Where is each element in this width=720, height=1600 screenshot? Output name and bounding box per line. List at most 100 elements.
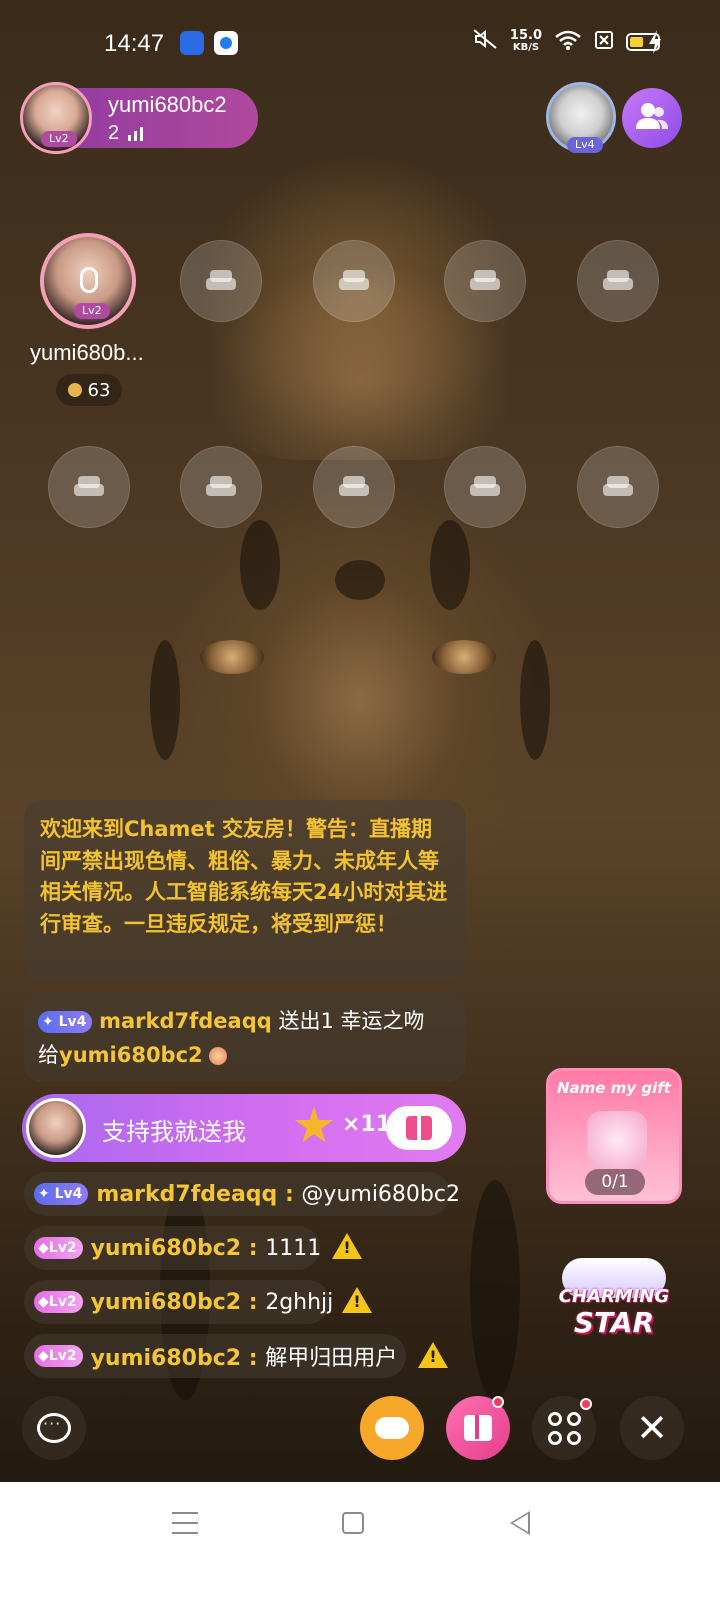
empty-seat[interactable] bbox=[180, 446, 262, 528]
close-button[interactable]: ✕ bbox=[620, 1396, 684, 1460]
mic-icon bbox=[80, 267, 98, 293]
charging-icon bbox=[648, 30, 662, 59]
system-navigation-bar bbox=[0, 1482, 720, 1600]
chat-message: ◆Lv2 yumi680bc2 : 1111 bbox=[24, 1226, 321, 1270]
chat-username[interactable]: yumi680bc2 bbox=[91, 1236, 242, 1261]
chat-button[interactable] bbox=[22, 1396, 86, 1460]
seat-coin-count: 63 bbox=[87, 379, 111, 401]
chat-text: 2ghhjj bbox=[265, 1289, 334, 1315]
charming-star-banner[interactable]: CHARMING STAR bbox=[552, 1238, 676, 1348]
name-my-gift-title: Name my gift bbox=[557, 1079, 671, 1097]
charming-star-line2: STAR bbox=[573, 1306, 655, 1339]
net-speed-unit: KB/S bbox=[512, 41, 540, 53]
name-my-gift-banner[interactable]: Name my gift 0/1 bbox=[546, 1068, 682, 1204]
sofa-icon bbox=[339, 270, 369, 292]
charming-star-line1: CHARMING bbox=[558, 1286, 670, 1307]
apps-grid-icon bbox=[547, 1411, 581, 1445]
host-level-badge: Lv2 bbox=[41, 131, 77, 147]
signal-bars-icon bbox=[128, 127, 143, 141]
users-icon bbox=[635, 101, 669, 135]
sofa-icon bbox=[339, 476, 369, 498]
background-stripe bbox=[520, 640, 550, 760]
support-banner[interactable]: 支持我就送我 ×11 bbox=[22, 1094, 466, 1162]
sofa-icon bbox=[603, 476, 633, 498]
recents-button[interactable] bbox=[172, 1512, 198, 1534]
status-icons: 15.0 KB/S bbox=[472, 28, 660, 55]
star-gift-icon bbox=[294, 1106, 334, 1143]
empty-seat[interactable] bbox=[48, 446, 130, 528]
gift-bottle-image bbox=[587, 1111, 647, 1169]
background-stripe bbox=[470, 1180, 520, 1400]
gift-sender[interactable]: markd7fdeaqq bbox=[99, 1009, 272, 1033]
chat-message: ✦ Lv4 markd7fdeaqq : @yumi680bc2 bbox=[24, 1172, 460, 1216]
top-contributor-avatar[interactable]: Lv4 bbox=[546, 82, 616, 153]
gift-to: 给 bbox=[38, 1043, 59, 1067]
status-bar: 14:47 15.0 KB/S bbox=[0, 0, 720, 86]
notification-dot bbox=[580, 1398, 592, 1410]
more-menu-button[interactable] bbox=[532, 1396, 596, 1460]
gift-button[interactable] bbox=[446, 1396, 510, 1460]
net-speed: 15.0 KB/S bbox=[509, 27, 542, 54]
host-seat[interactable]: Lv2 bbox=[40, 233, 136, 329]
support-text: 支持我就送我 bbox=[102, 1118, 246, 1146]
chat-text: @yumi680bc2 bbox=[301, 1181, 460, 1207]
chat-username[interactable]: yumi680bc2 bbox=[91, 1290, 242, 1315]
sim-icon bbox=[594, 30, 614, 54]
chat-username[interactable]: yumi680bc2 bbox=[91, 1346, 242, 1371]
empty-seat[interactable] bbox=[577, 446, 659, 528]
background-stripe bbox=[240, 520, 280, 610]
background-stripe bbox=[430, 520, 470, 610]
mute-icon bbox=[472, 28, 498, 55]
browser-app-icon bbox=[214, 31, 238, 55]
empty-seat[interactable] bbox=[313, 240, 395, 322]
close-icon: ✕ bbox=[636, 1406, 668, 1450]
net-speed-value: 15.0 bbox=[509, 27, 542, 43]
audience-list-button[interactable] bbox=[622, 88, 682, 148]
contributor-level-badge: Lv4 bbox=[567, 137, 603, 153]
background-stripe bbox=[335, 560, 385, 600]
empty-seat[interactable] bbox=[444, 240, 526, 322]
chat-username[interactable]: markd7fdeaqq bbox=[96, 1182, 277, 1207]
clock: 14:47 bbox=[104, 30, 165, 57]
host-avatar[interactable]: Lv2 bbox=[20, 82, 92, 154]
sofa-icon bbox=[470, 476, 500, 498]
sofa-icon bbox=[470, 270, 500, 292]
empty-seat[interactable] bbox=[313, 446, 395, 528]
background-tiger-eye-right bbox=[432, 640, 496, 674]
level-tag: ◆Lv2 bbox=[34, 1345, 83, 1367]
gamepad-icon bbox=[375, 1417, 409, 1439]
games-button[interactable] bbox=[360, 1396, 424, 1460]
seat-user-name: yumi680b... bbox=[30, 340, 144, 365]
host-name: yumi680bc2 bbox=[108, 92, 227, 117]
empty-seat[interactable] bbox=[180, 240, 262, 322]
gift-message: ✦ Lv4 markd7fdeaqq 送出1 幸运之吻 给yumi680bc2 bbox=[24, 992, 466, 1082]
empty-seat[interactable] bbox=[444, 446, 526, 528]
star-gift-count: ×11 bbox=[342, 1112, 392, 1137]
baidu-app-icon bbox=[180, 31, 204, 55]
level-tag: ◆Lv2 bbox=[34, 1237, 83, 1259]
level-tag: ✦ Lv4 bbox=[34, 1183, 89, 1205]
gift-icon bbox=[406, 1116, 432, 1140]
chat-message: ◆Lv2 yumi680bc2 : 2ghhjj bbox=[24, 1280, 334, 1324]
sofa-icon bbox=[206, 476, 236, 498]
home-button[interactable] bbox=[342, 1512, 364, 1534]
sofa-icon bbox=[74, 476, 104, 498]
background-stripe bbox=[150, 640, 180, 760]
level-tag: ✦ Lv4 bbox=[38, 1011, 93, 1033]
seat-coins: 63 bbox=[56, 374, 122, 406]
sofa-icon bbox=[603, 270, 633, 292]
notification-dot bbox=[492, 1396, 504, 1408]
name-my-gift-progress: 0/1 bbox=[585, 1169, 645, 1195]
online-count: 2 bbox=[108, 122, 120, 144]
gift-action: 送出1 幸运之吻 bbox=[271, 1009, 425, 1033]
send-support-gift-button[interactable] bbox=[386, 1106, 452, 1150]
level-tag: ◆Lv2 bbox=[34, 1291, 83, 1313]
gift-receiver[interactable]: yumi680bc2 bbox=[59, 1043, 203, 1067]
back-button[interactable] bbox=[510, 1511, 530, 1535]
empty-seat[interactable] bbox=[577, 240, 659, 322]
gift-icon bbox=[464, 1415, 492, 1441]
room-notice: 欢迎来到Chamet 交友房！警告：直播期间严禁出现色情、粗俗、暴力、未成年人等… bbox=[24, 800, 466, 980]
coin-icon bbox=[67, 383, 82, 397]
chat-message: ◆Lv2 yumi680bc2 : 解甲归田用户 bbox=[24, 1334, 406, 1378]
wifi-icon bbox=[554, 29, 582, 55]
